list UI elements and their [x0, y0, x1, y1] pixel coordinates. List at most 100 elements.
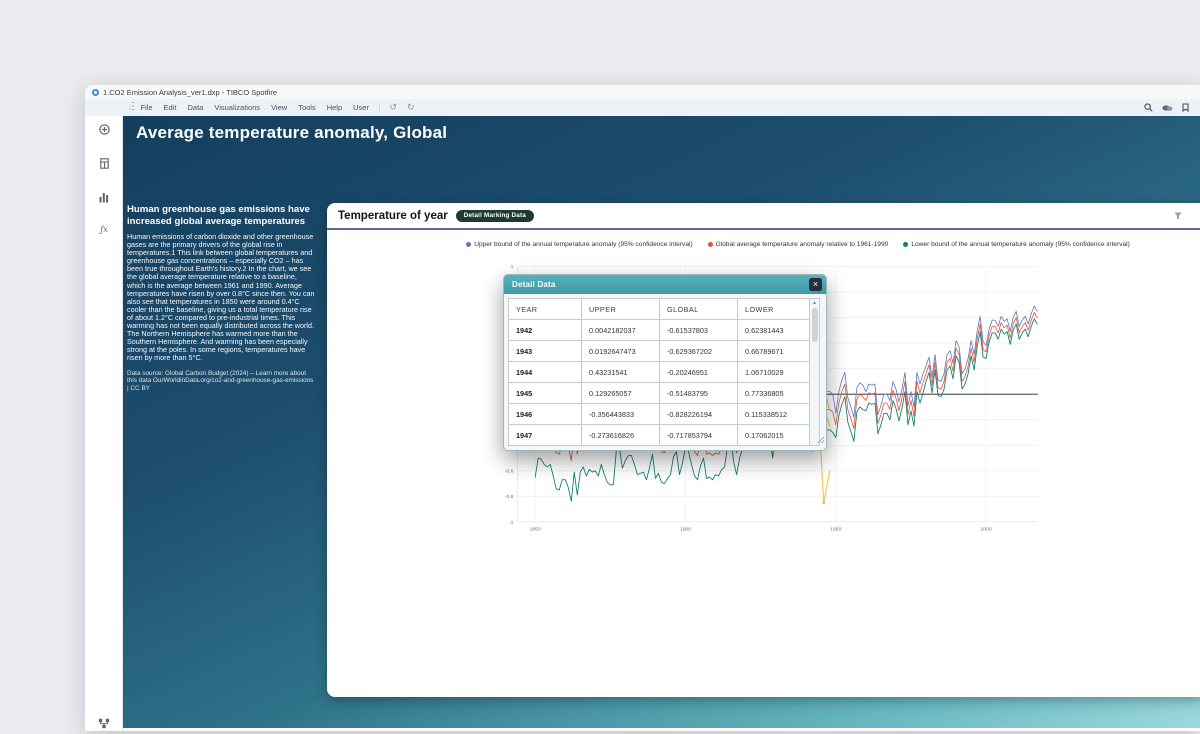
cell-year: 1942 [509, 320, 582, 341]
menu-items: FileEditDataVisualizationsViewToolsHelpU… [135, 103, 375, 112]
app-icon [92, 89, 99, 96]
legend: Upper bound of the annual temperature an… [327, 241, 1200, 248]
cell-value: 0.43231541 [582, 362, 660, 383]
column-header-global[interactable]: GLOBAL [660, 299, 738, 320]
cell-value: 0.17062015 [738, 425, 810, 446]
cell-value: 0.66789671 [738, 341, 810, 362]
legend-entry[interactable]: Global average temperature anomaly relat… [708, 241, 889, 248]
cell-value: -0.356443833 [582, 404, 660, 425]
detail-marking-badge[interactable]: Detail Marking Data [456, 210, 534, 222]
svg-text:-0.6: -0.6 [505, 468, 514, 474]
legend-dot-icon [466, 242, 471, 247]
cell-value: -0.61537803 [660, 320, 738, 341]
sidebar: ƒx [85, 116, 123, 731]
menu-item-view[interactable]: View [266, 103, 293, 112]
legend-label: Lower bound of the annual temperature an… [911, 241, 1129, 248]
cell-value: -0.717853794 [660, 425, 738, 446]
search-icon[interactable] [1144, 103, 1153, 112]
table-row[interactable]: 1946-0.356443833-0.8282261940.115338512 [509, 404, 810, 425]
text-panel-heading: Human greenhouse gas emissions have incr… [127, 204, 316, 227]
text-panel-body: Human emissions of carbon dioxide and ot… [127, 233, 316, 363]
table-row[interactable]: 19450.129265057-0.514837950.77336805 [509, 383, 810, 404]
detail-data-popup: Detail Data × YEARUPPERGLOBALLOWER 19420… [503, 274, 827, 451]
cell-value: 0.0042182037 [582, 320, 660, 341]
resize-handle-icon[interactable] [817, 431, 825, 449]
filter-funnel-icon[interactable] [1174, 212, 1182, 220]
popup-scrollbar[interactable]: ▲ [810, 298, 820, 446]
legend-label: Upper bound of the annual temperature an… [474, 241, 692, 248]
detail-data-popup-header[interactable]: Detail Data × [504, 275, 826, 294]
cell-year: 1946 [509, 404, 582, 425]
cell-year: 1947 [509, 425, 582, 446]
menu-item-user[interactable]: User [348, 103, 375, 112]
menubar: ⋮ | FileEditDataVisualizationsViewToolsH… [85, 99, 1200, 116]
svg-text:2000: 2000 [981, 527, 992, 533]
window-titlebar: 1.CO2 Emission Analysis_ver1.dxp - TIBCO… [85, 85, 1200, 99]
table-row[interactable]: 19420.0042182037-0.615378030.62381443 [509, 320, 810, 341]
menu-item-file[interactable]: File [135, 103, 158, 112]
column-header-lower[interactable]: LOWER [738, 299, 810, 320]
cell-value: 0.62381443 [738, 320, 810, 341]
table-row[interactable]: 19430.0192647473-0.6293672020.66789671 [509, 341, 810, 362]
menubar-divider: | [374, 103, 384, 112]
menu-item-tools[interactable]: Tools [293, 103, 322, 112]
cell-value: 1.06710029 [738, 362, 810, 383]
svg-text:-0.8: -0.8 [505, 494, 514, 500]
chart-title: Temperature of year [338, 210, 448, 222]
card-divider [327, 228, 1200, 230]
legend-entry[interactable]: Upper bound of the annual temperature an… [466, 241, 692, 248]
cell-value: -0.20246951 [660, 362, 738, 383]
undo-icon[interactable]: ↺ [384, 102, 402, 113]
svg-text:1850: 1850 [530, 527, 541, 533]
menu-item-data[interactable]: Data [182, 103, 209, 112]
data-source-note: Data source: Global Carbon Budget (2024)… [127, 370, 316, 393]
functions-icon[interactable]: ƒx [85, 225, 123, 234]
data-table-icon[interactable] [85, 158, 123, 169]
cell-year: 1943 [509, 341, 582, 362]
legend-dot-icon [708, 242, 713, 247]
table-row[interactable]: 19440.43231541-0.202469511.06710029 [509, 362, 810, 383]
detail-table-body: 19420.0042182037-0.615378030.62381443194… [509, 320, 810, 446]
svg-text:-1: -1 [509, 519, 514, 525]
cell-value: 0.115338512 [738, 404, 810, 425]
cell-value: 0.77336805 [738, 383, 810, 404]
cell-value: 0.129265057 [582, 383, 660, 404]
scroll-up-icon[interactable]: ▲ [812, 300, 817, 306]
screen: 1.CO2 Emission Analysis_ver1.dxp - TIBCO… [0, 0, 1200, 734]
bar-chart-icon[interactable] [85, 192, 123, 203]
svg-text:1: 1 [511, 264, 514, 270]
page-title: Average temperature anomaly, Global [136, 123, 447, 143]
column-header-year[interactable]: YEAR [509, 299, 582, 320]
cell-year: 1944 [509, 362, 582, 383]
kebab-menu-icon[interactable]: ⋮ [128, 101, 137, 112]
scroll-thumb[interactable] [812, 308, 818, 342]
detail-data-table-area: YEARUPPERGLOBALLOWER 19420.0042182037-0.… [504, 294, 826, 450]
window-title: 1.CO2 Emission Analysis_ver1.dxp - TIBCO… [103, 88, 277, 97]
detail-data-table[interactable]: YEARUPPERGLOBALLOWER 19420.0042182037-0.… [508, 298, 810, 446]
cell-value: -0.273616826 [582, 425, 660, 446]
chart-card-header: Temperature of year Detail Marking Data [327, 203, 1200, 228]
redo-icon[interactable]: ↻ [402, 102, 420, 113]
data-canvas-icon[interactable] [85, 718, 123, 729]
svg-text:1900: 1900 [680, 527, 691, 533]
cell-value: 0.0192647473 [582, 341, 660, 362]
menu-item-help[interactable]: Help [321, 103, 347, 112]
detail-table-head: YEARUPPERGLOBALLOWER [509, 299, 810, 320]
popup-title: Detail Data [512, 280, 556, 289]
cell-value: -0.828226194 [660, 404, 738, 425]
menu-item-edit[interactable]: Edit [158, 103, 182, 112]
bookmark-icon[interactable] [1182, 103, 1189, 112]
svg-text:1950: 1950 [830, 527, 841, 533]
legend-entry[interactable]: Lower bound of the annual temperature an… [903, 241, 1129, 248]
menu-item-visualizations[interactable]: Visualizations [209, 103, 266, 112]
add-icon[interactable] [85, 124, 123, 135]
cell-value: -0.51483795 [660, 383, 738, 404]
text-panel: Human greenhouse gas emissions have incr… [127, 204, 316, 392]
legend-label: Global average temperature anomaly relat… [716, 241, 889, 248]
comments-icon[interactable] [1162, 104, 1173, 112]
table-row[interactable]: 1947-0.273616826-0.7178537940.17062015 [509, 425, 810, 446]
cell-year: 1945 [509, 383, 582, 404]
column-header-upper[interactable]: UPPER [582, 299, 660, 320]
legend-dot-icon [903, 242, 908, 247]
close-icon[interactable]: × [809, 278, 822, 291]
